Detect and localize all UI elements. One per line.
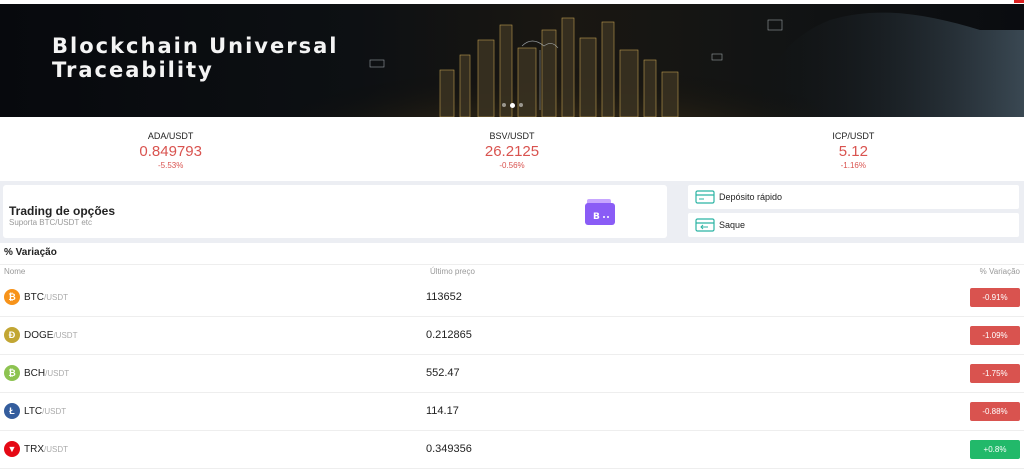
coin-quote: /USDT: [44, 445, 68, 454]
coin-quote: /USDT: [42, 407, 67, 416]
divider: [0, 264, 1024, 265]
card-deposit-icon: [695, 190, 715, 204]
ticker-item[interactable]: ICP/USDT 5.12 -1.16%: [683, 117, 1024, 181]
coin-symbol: TRX/USDT: [24, 444, 68, 455]
card-withdraw-icon: [695, 218, 715, 232]
column-header-name: Nome: [4, 267, 26, 276]
variation-section-title: % Variação: [4, 247, 57, 258]
wallet-icon: B: [585, 199, 615, 225]
change-badge: -1.75%: [970, 364, 1020, 383]
svg-text:B: B: [593, 212, 600, 222]
coin-symbol: DOGE/USDT: [24, 330, 77, 341]
coin-base: LTC: [24, 406, 43, 417]
options-trading-card[interactable]: Trading de opções Suporta BTC/USDT etc B: [3, 185, 667, 238]
options-subtitle: Suporta BTC/USDT etc: [9, 218, 92, 227]
top-border: [0, 0, 1024, 4]
column-header-price: Último preço: [430, 267, 475, 276]
market-row[interactable]: ₿ BCH/USDT 552.47 -1.75%: [0, 355, 1024, 393]
options-title: Trading de opções: [9, 204, 116, 218]
ticker-change: -0.56%: [499, 161, 525, 170]
ticker-price: 26.2125: [484, 143, 540, 160]
withdraw-label: Saque: [719, 220, 746, 230]
bitcoin-icon: ₿: [4, 289, 20, 305]
coin-quote: /USDT: [45, 369, 70, 378]
corner-marker: [1014, 0, 1024, 3]
withdraw-button[interactable]: Saque: [688, 213, 1019, 237]
dogecoin-icon: Ð: [4, 327, 20, 343]
coin-base: BTC: [24, 292, 44, 303]
market-row[interactable]: Ð DOGE/USDT 0.212865 -1.09%: [0, 317, 1024, 355]
ticker-price: 5.12: [838, 143, 868, 160]
market-row[interactable]: ▼ TRX/USDT 0.349356 +0.8%: [0, 431, 1024, 469]
coin-base: DOGE: [24, 330, 54, 341]
ticker-price: 0.849793: [139, 143, 202, 160]
market-row[interactable]: ₿ BTC/USDT 113652 -0.91%: [0, 279, 1024, 317]
coin-base: BCH: [24, 368, 46, 379]
ticker-item[interactable]: BSV/USDT 26.2125 -0.56%: [341, 117, 682, 181]
ticker-pair: ADA/USDT: [147, 131, 194, 141]
coin-symbol: BTC/USDT: [24, 292, 68, 303]
ticker-strip: ADA/USDT 0.849793 -5.53% BSV/USDT 26.212…: [0, 117, 1024, 181]
ticker-change: -1.16%: [840, 161, 866, 170]
carousel-dot-active[interactable]: [510, 103, 515, 108]
ticker-change: -5.53%: [157, 161, 184, 170]
change-badge: -1.09%: [970, 326, 1020, 345]
banner-title: Blockchain Universal Traceability: [52, 34, 339, 82]
quick-deposit-label: Depósito rápido: [719, 192, 783, 202]
ticker-pair: BSV/USDT: [489, 131, 535, 141]
change-badge: +0.8%: [970, 440, 1020, 459]
coin-price: 113652: [426, 291, 462, 303]
coin-symbol: LTC/USDT: [24, 406, 66, 417]
coin-quote: /USDT: [53, 331, 78, 340]
coin-symbol: BCH/USDT: [24, 368, 69, 379]
litecoin-icon: Ł: [4, 403, 20, 419]
coin-price: 114.17: [426, 405, 459, 417]
market-row[interactable]: Ł LTC/USDT 114.17 -0.88%: [0, 393, 1024, 431]
carousel-indicators: [502, 103, 523, 108]
quick-deposit-button[interactable]: Depósito rápido: [688, 185, 1019, 209]
coin-price: 552.47: [426, 367, 460, 379]
hero-banner[interactable]: Blockchain Universal Traceability: [0, 0, 1024, 117]
tron-icon: ▼: [4, 441, 20, 457]
market-list: ₿ BTC/USDT 113652 -0.91% Ð DOGE/USDT 0.2…: [0, 279, 1024, 469]
carousel-dot[interactable]: [519, 103, 523, 107]
ticker-item[interactable]: ADA/USDT 0.849793 -5.53%: [0, 117, 341, 181]
coin-quote: /USDT: [44, 293, 68, 302]
bitcoin-cash-icon: ₿: [4, 365, 20, 381]
carousel-dot[interactable]: [502, 103, 506, 107]
change-badge: -0.91%: [970, 288, 1020, 307]
column-header-change: % Variação: [979, 267, 1020, 276]
coin-base: TRX: [24, 444, 44, 455]
change-badge: -0.88%: [970, 402, 1020, 421]
coin-price: 0.212865: [426, 329, 472, 341]
ticker-pair: ICP/USDT: [832, 131, 875, 141]
coin-price: 0.349356: [426, 443, 472, 455]
